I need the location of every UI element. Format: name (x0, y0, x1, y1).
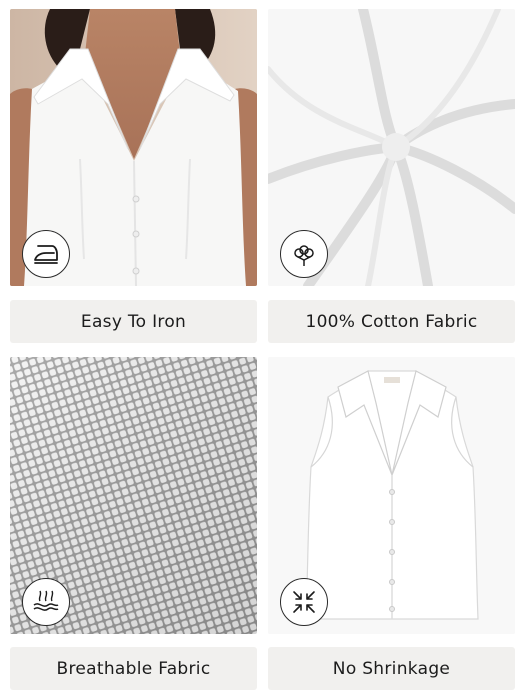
feature-image-fabric-swirl (268, 9, 515, 286)
no-shrinkage-icon (280, 578, 328, 626)
breathable-icon (22, 578, 70, 626)
feature-image-weave (10, 357, 257, 634)
cotton-icon (280, 230, 328, 278)
feature-label-no-shrinkage: No Shrinkage (268, 647, 515, 690)
feature-label-easy-to-iron: Easy To Iron (10, 300, 257, 343)
feature-image-model (10, 9, 257, 286)
feature-label-cotton: 100% Cotton Fabric (268, 300, 515, 343)
iron-icon (22, 230, 70, 278)
feature-label-breathable: Breathable Fabric (10, 647, 257, 690)
feature-image-shirt-flatlay (268, 357, 515, 634)
